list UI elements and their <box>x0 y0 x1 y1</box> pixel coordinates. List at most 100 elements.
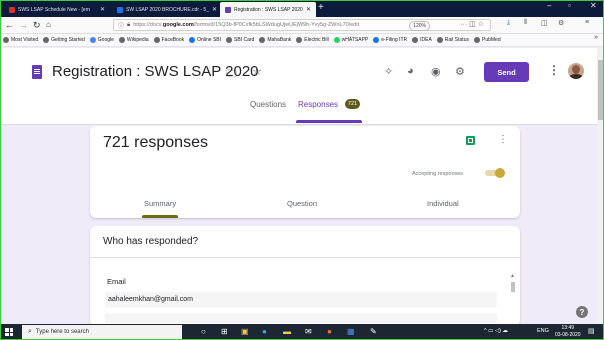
scroll-up-icon[interactable]: ▲ <box>510 273 515 279</box>
page-actions-icons[interactable]: ··· ◫ ☆ <box>460 20 484 28</box>
new-tab-button[interactable]: + <box>318 2 324 14</box>
subtab-question[interactable]: Question <box>287 199 317 208</box>
subtab-individual[interactable]: Individual <box>427 199 459 208</box>
bookmark-pubmed[interactable]: PubMed <box>473 37 501 43</box>
globe-icon <box>153 37 160 43</box>
minimize-button[interactable]: – <box>547 1 551 10</box>
avatar[interactable] <box>568 63 584 79</box>
app-icon[interactable]: ▦ <box>347 327 355 337</box>
toggle-knob <box>495 168 505 178</box>
responses-count-title: 721 responses <box>103 134 208 151</box>
firefox-icon[interactable]: ● <box>327 327 332 337</box>
close-tab-icon[interactable]: ✕ <box>212 6 217 13</box>
who-responded-card: Who has responded? Email aahaleemkhan@gm… <box>90 226 520 326</box>
browser-tab-schedule[interactable]: SWS LSAP Schedule New - [em ✕ <box>4 2 110 17</box>
windows-start-icon[interactable] <box>5 328 13 336</box>
more-bookmarks-icon[interactable]: » <box>594 34 598 41</box>
help-icon[interactable]: ? <box>576 306 588 318</box>
subtab-summary[interactable]: Summary <box>144 199 176 208</box>
settings-gear-icon[interactable]: ⚙ <box>455 65 465 78</box>
bookmark-rail-status[interactable]: Rail Status <box>436 37 469 43</box>
list-item: aahaleemkhan@gmail.com <box>105 292 497 307</box>
forward-arrow-icon[interactable]: → <box>19 19 28 31</box>
tab-questions[interactable]: Questions <box>250 100 286 109</box>
addon-puzzle-icon[interactable]: ✧ <box>384 65 393 78</box>
bookmark-sbi-card[interactable]: SBI Card <box>226 37 254 43</box>
star-icon[interactable]: ☆ <box>252 65 262 78</box>
cortana-icon[interactable]: ○ <box>201 327 206 337</box>
page-scrollbar[interactable] <box>597 48 604 324</box>
close-window-button[interactable]: ✕ <box>590 1 597 10</box>
bookmark-mahabank[interactable]: MahaBank <box>259 37 291 43</box>
browser-tab-strip: SWS LSAP Schedule New - [em ✕ SW LSAP 20… <box>0 0 604 17</box>
sidebar-icon[interactable]: ◫ <box>541 19 548 27</box>
bookmark-getting-started[interactable]: Getting Started <box>43 37 85 43</box>
page-info-icon[interactable]: ⓘ <box>118 21 124 30</box>
globe-icon <box>412 37 419 43</box>
more-options-icon[interactable]: ⋮ <box>498 134 508 145</box>
more-options-icon[interactable]: ⋮ <box>548 63 560 77</box>
tab-responses[interactable]: Responses <box>298 100 338 109</box>
home-icon[interactable]: ⌂ <box>46 19 51 31</box>
bookmark-most-visited[interactable]: Most Visited <box>3 37 38 43</box>
browser-tab-registration[interactable]: Registration : SWS LSAP 2020 ✕ <box>220 2 316 17</box>
bookmarks-toolbar: Most Visited Getting Started Google Wiki… <box>0 34 604 47</box>
sheets-icon[interactable] <box>466 136 475 145</box>
tray-icons[interactable]: ^ ▭ ◁) ☁ <box>484 328 508 334</box>
google-forms-icon[interactable] <box>32 65 42 79</box>
globe-icon <box>43 37 50 43</box>
maximize-button[interactable]: ▫ <box>568 1 571 10</box>
bookmark-electric-bill[interactable]: Electric Bill <box>296 37 329 43</box>
accepting-responses-toggle[interactable] <box>483 168 505 178</box>
store-icon[interactable]: ▣ <box>241 327 249 337</box>
extension-icon[interactable]: ⚙ <box>558 19 564 27</box>
whatsapp-icon <box>333 37 340 43</box>
search-placeholder: Type here to search <box>35 329 89 335</box>
downloads-icon[interactable]: ⤓ <box>507 19 510 27</box>
edge-icon[interactable]: ● <box>262 327 267 337</box>
bookmark-whatsapp[interactable]: wHATSAPP <box>333 37 368 43</box>
active-tab-indicator <box>296 120 362 123</box>
lock-icon: 🔒︎ <box>127 21 131 28</box>
task-view-icon[interactable]: ⊞ <box>221 327 228 337</box>
accepting-responses-label: Accepting responses <box>412 171 464 177</box>
url-bar[interactable]: ⓘ 🔒︎ https://docs.google.com/forms/d/15Q… <box>113 19 491 31</box>
scrollbar-thumb[interactable] <box>598 60 603 120</box>
palette-icon[interactable]: ◕ <box>407 65 414 77</box>
scrollbar-thumb[interactable] <box>511 282 515 292</box>
who-responded-heading: Who has responded? <box>103 236 199 247</box>
file-explorer-icon[interactable]: ▬ <box>283 327 291 337</box>
zoom-level[interactable]: 120% <box>409 21 430 31</box>
email-list-scrollbar[interactable]: ▲ <box>510 273 516 326</box>
bookmark-idea[interactable]: IDEA <box>412 37 432 43</box>
list-item <box>105 313 497 323</box>
active-subtab-indicator <box>142 215 178 218</box>
bookmark-google[interactable]: Google <box>89 37 114 43</box>
close-tab-icon[interactable]: ✕ <box>306 6 311 13</box>
tab-favicon-icon <box>225 6 231 13</box>
globe-icon <box>473 37 480 43</box>
reload-icon[interactable]: ↻ <box>33 19 41 31</box>
clock-date: 03-08-2020 <box>555 332 581 338</box>
bookmark-wikipedia[interactable]: Wikipedia <box>118 37 149 43</box>
taskbar-clock[interactable]: 13:49 03-08-2020 <box>555 325 581 339</box>
library-icon[interactable]: ⫴ <box>524 19 527 27</box>
bookmark-efiling-itr[interactable]: e-Filing ITR <box>373 37 407 43</box>
globe-icon <box>226 37 233 43</box>
bookmark-facebook[interactable]: FaceBook <box>153 37 184 43</box>
close-tab-icon[interactable]: ✕ <box>100 6 105 13</box>
preview-eye-icon[interactable]: ◉ <box>431 65 441 78</box>
folder-icon[interactable]: 🗀︎ <box>226 65 237 84</box>
tab-label: Registration : SWS LSAP 2020 <box>234 6 303 13</box>
menu-icon[interactable]: ≡ <box>585 19 589 26</box>
taskbar-search-box[interactable]: ⌕ Type here to search <box>22 325 182 339</box>
mail-icon[interactable]: ✉ <box>305 327 312 337</box>
pen-app-icon[interactable]: ✎ <box>370 327 377 337</box>
tab-favicon-icon <box>9 6 15 13</box>
browser-tab-brochure[interactable]: SW LSAP 2020 BROCHURE.cdr - 5_ ✕ <box>112 2 218 17</box>
send-button[interactable]: Send <box>484 62 529 82</box>
bookmark-online-sbi[interactable]: Online SBI <box>189 37 221 43</box>
notifications-icon[interactable]: ▤ <box>588 327 595 335</box>
language-indicator[interactable]: ENG <box>537 328 549 334</box>
back-arrow-icon[interactable]: ← <box>5 19 14 31</box>
